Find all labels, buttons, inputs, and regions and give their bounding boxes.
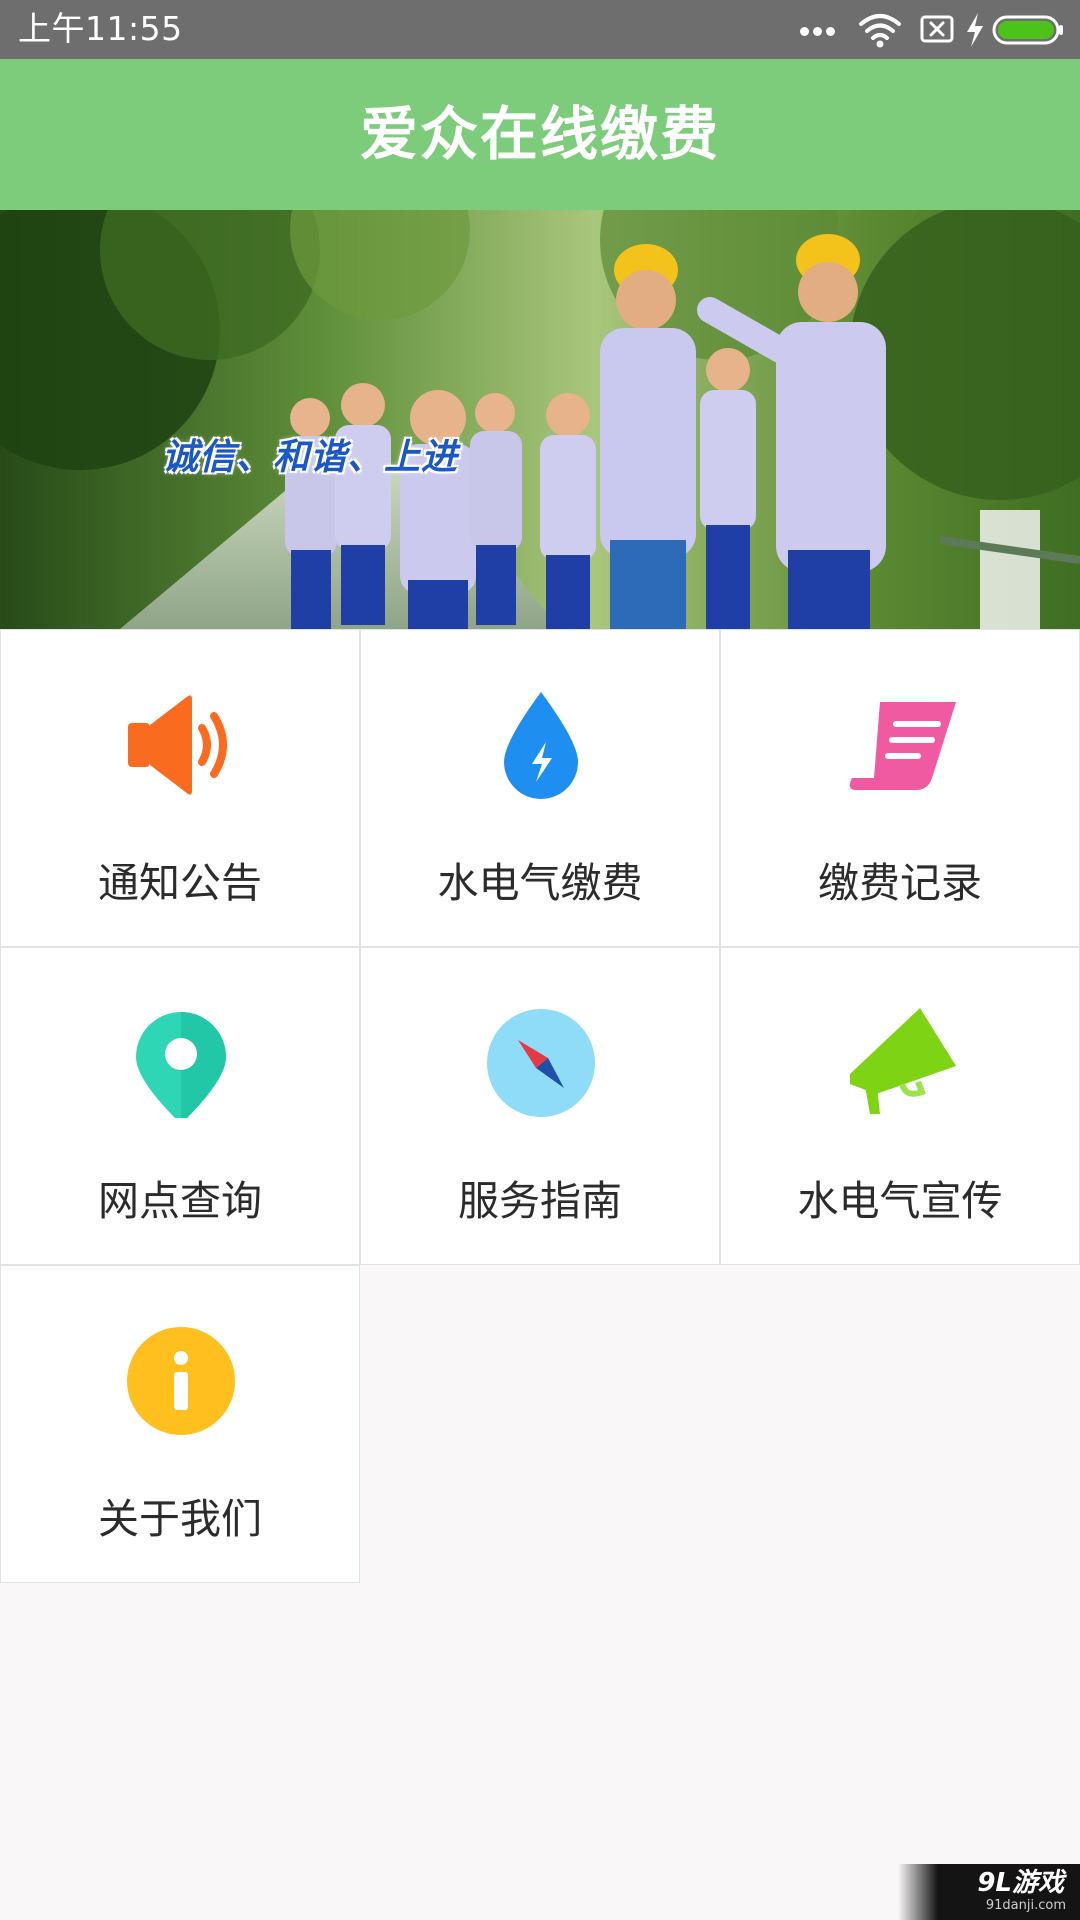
menu-item-label: 网点查询 — [98, 1177, 262, 1225]
info-icon — [127, 1327, 235, 1435]
menu-item-label: 关于我们 — [98, 1495, 262, 1543]
watermark: 9L游戏 91danji.com — [898, 1864, 1080, 1920]
charging-bolt-icon — [967, 13, 983, 47]
compass-icon — [487, 1009, 595, 1117]
menu-item-label: 水电气缴费 — [437, 859, 643, 907]
battery-icon — [992, 15, 1063, 45]
menu-item-notice[interactable]: 通知公告 — [0, 629, 360, 947]
menu-item-outlet-search[interactable]: 网点查询 — [0, 947, 360, 1265]
menu-item-service-guide[interactable]: 服务指南 — [360, 947, 720, 1265]
location-pin-icon — [136, 1012, 226, 1118]
menu-item-label: 服务指南 — [458, 1177, 622, 1225]
wifi-icon — [859, 14, 901, 48]
menu-item-label: 缴费记录 — [818, 859, 982, 907]
status-time: 上午11:55 — [18, 9, 183, 48]
menu-item-label: 水电气宣传 — [797, 1177, 1003, 1225]
status-bar: 上午11:55 — [0, 0, 1080, 59]
menu-item-payment-record[interactable]: 缴费记录 — [720, 629, 1080, 947]
banner-image[interactable]: 诚信、和谐、上进 — [0, 210, 1080, 629]
water-drop-icon — [504, 692, 578, 799]
menu-item-publicity[interactable]: 水电气宣传 — [720, 947, 1080, 1265]
page-title: 爱众在线缴费 — [359, 100, 720, 168]
watermark-logo: 9L游戏 — [977, 1868, 1064, 1898]
more-dots-icon — [800, 27, 836, 37]
status-icons — [764, 11, 1064, 49]
sim-off-icon — [920, 15, 954, 43]
menu-item-utility-payment[interactable]: 水电气缴费 — [360, 629, 720, 947]
menu-item-label: 通知公告 — [98, 859, 262, 907]
speaker-icon — [128, 695, 227, 795]
watermark-url: 91danji.com — [985, 1898, 1066, 1913]
menu-item-about-us[interactable]: 关于我们 — [0, 1265, 360, 1583]
banner-photo — [0, 210, 1080, 629]
receipt-scroll-icon — [849, 702, 956, 790]
banner-slogan: 诚信、和谐、上进 — [162, 437, 459, 478]
megaphone-icon — [850, 1008, 956, 1114]
app-header: 爱众在线缴费 — [0, 59, 1080, 210]
